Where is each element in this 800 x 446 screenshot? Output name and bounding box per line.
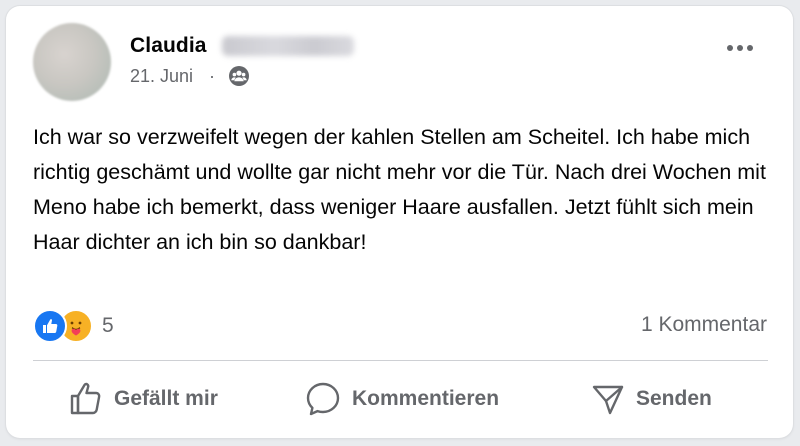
- post-date[interactable]: 21. Juni: [130, 66, 193, 87]
- comment-button-label: Kommentieren: [352, 387, 500, 410]
- author-surname-redacted: [222, 36, 354, 56]
- reaction-count[interactable]: 5: [102, 314, 114, 338]
- send-icon: [592, 385, 624, 415]
- more-options-icon: [727, 45, 753, 51]
- comment-button[interactable]: Kommentieren: [304, 379, 499, 419]
- author-name[interactable]: Claudia: [130, 34, 207, 58]
- comment-count-link[interactable]: 1 Kommentar: [641, 313, 767, 337]
- thumbs-up-icon: [70, 382, 101, 415]
- like-icon: [33, 309, 67, 343]
- friends-icon[interactable]: [228, 65, 250, 87]
- date-separator: ·: [209, 66, 215, 86]
- post-card: Claudia 21. Juni · Ich war so verzweifel…: [6, 6, 793, 438]
- author-avatar[interactable]: [33, 23, 111, 101]
- comment-icon: [306, 382, 340, 416]
- post-text: Ich war so verzweifelt wegen der kahlen …: [33, 125, 766, 254]
- like-button[interactable]: Gefällt mir: [68, 379, 218, 419]
- like-button-label: Gefällt mir: [114, 387, 218, 410]
- send-button[interactable]: Senden: [590, 379, 712, 419]
- divider: [33, 360, 768, 361]
- send-button-label: Senden: [636, 387, 712, 410]
- reactions-summary[interactable]: 5: [33, 309, 114, 343]
- more-options-button[interactable]: [722, 36, 758, 60]
